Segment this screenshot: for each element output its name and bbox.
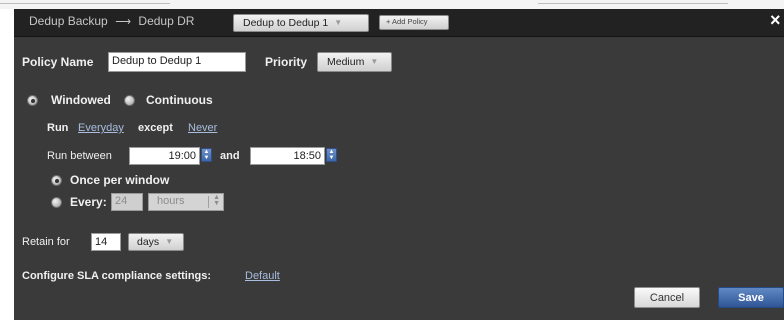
cancel-button[interactable]: Cancel xyxy=(634,287,700,308)
every-unit-value: hours xyxy=(157,195,185,207)
source-appliance: Dedup Backup xyxy=(29,14,108,28)
priority-label: Priority xyxy=(265,55,308,69)
chevron-down-icon: ▼ xyxy=(165,237,174,246)
start-time-stepper[interactable]: ▲ ▼ xyxy=(201,148,212,162)
windowed-label: Windowed xyxy=(51,93,111,107)
retention-unit-value: days xyxy=(137,236,160,248)
policy-name-label: Policy Name xyxy=(22,55,94,69)
continuous-radio[interactable] xyxy=(124,95,135,106)
select-divider xyxy=(208,196,209,208)
continuous-label: Continuous xyxy=(146,93,213,107)
policy-select[interactable]: Dedup to Dedup 1 ▼ xyxy=(233,14,369,32)
every-interval-input[interactable]: 24 xyxy=(111,193,143,211)
run-between-label: Run between xyxy=(47,150,112,162)
policy-dialog: Dedup Backup ⟶ Dedup DR Dedup to Dedup 1… xyxy=(14,9,784,320)
chevron-down-icon: ▼ xyxy=(370,57,379,66)
run-label: Run xyxy=(47,122,69,134)
target-appliance: Dedup DR xyxy=(138,14,195,28)
sla-label: Configure SLA compliance settings: xyxy=(22,270,212,282)
priority-select[interactable]: Medium ▼ xyxy=(317,52,392,72)
except-days-link[interactable]: Never xyxy=(188,122,217,134)
end-time-input[interactable]: 18:50 xyxy=(250,147,325,165)
priority-select-value: Medium xyxy=(327,56,365,68)
updown-arrows-icon: ▲ ▼ xyxy=(213,194,220,207)
once-per-window-radio[interactable] xyxy=(51,175,62,186)
retain-for-label: Retain for xyxy=(22,236,70,248)
policy-name-input[interactable]: Dedup to Dedup 1 xyxy=(108,52,246,72)
sla-default-link[interactable]: Default xyxy=(245,270,280,282)
save-button[interactable]: Save xyxy=(718,287,784,308)
retention-unit-select[interactable]: days ▼ xyxy=(128,233,184,251)
dialog-header: Dedup Backup ⟶ Dedup DR Dedup to Dedup 1… xyxy=(14,9,784,37)
policy-select-value: Dedup to Dedup 1 xyxy=(243,17,329,29)
page-background-strip xyxy=(0,0,784,9)
end-time-stepper[interactable]: ▲ ▼ xyxy=(326,148,337,162)
once-per-window-label: Once per window xyxy=(70,173,170,187)
and-label: and xyxy=(220,150,240,162)
start-time-input[interactable]: 19:00 xyxy=(129,147,200,165)
windowed-radio[interactable] xyxy=(27,95,38,106)
every-label: Every: xyxy=(70,195,107,209)
chevron-down-icon: ▼ xyxy=(334,18,343,27)
close-icon[interactable]: × xyxy=(770,10,781,31)
every-radio[interactable] xyxy=(51,197,62,208)
except-label: except xyxy=(138,122,173,134)
add-policy-button[interactable]: + Add Policy xyxy=(379,15,449,30)
retention-value-input[interactable]: 14 xyxy=(91,233,121,251)
long-arrow-right-icon: ⟶ xyxy=(115,16,131,28)
run-days-link[interactable]: Everyday xyxy=(78,122,124,134)
replication-route: Dedup Backup ⟶ Dedup DR xyxy=(29,14,194,28)
every-unit-select[interactable]: hours ▲ ▼ xyxy=(148,193,224,211)
